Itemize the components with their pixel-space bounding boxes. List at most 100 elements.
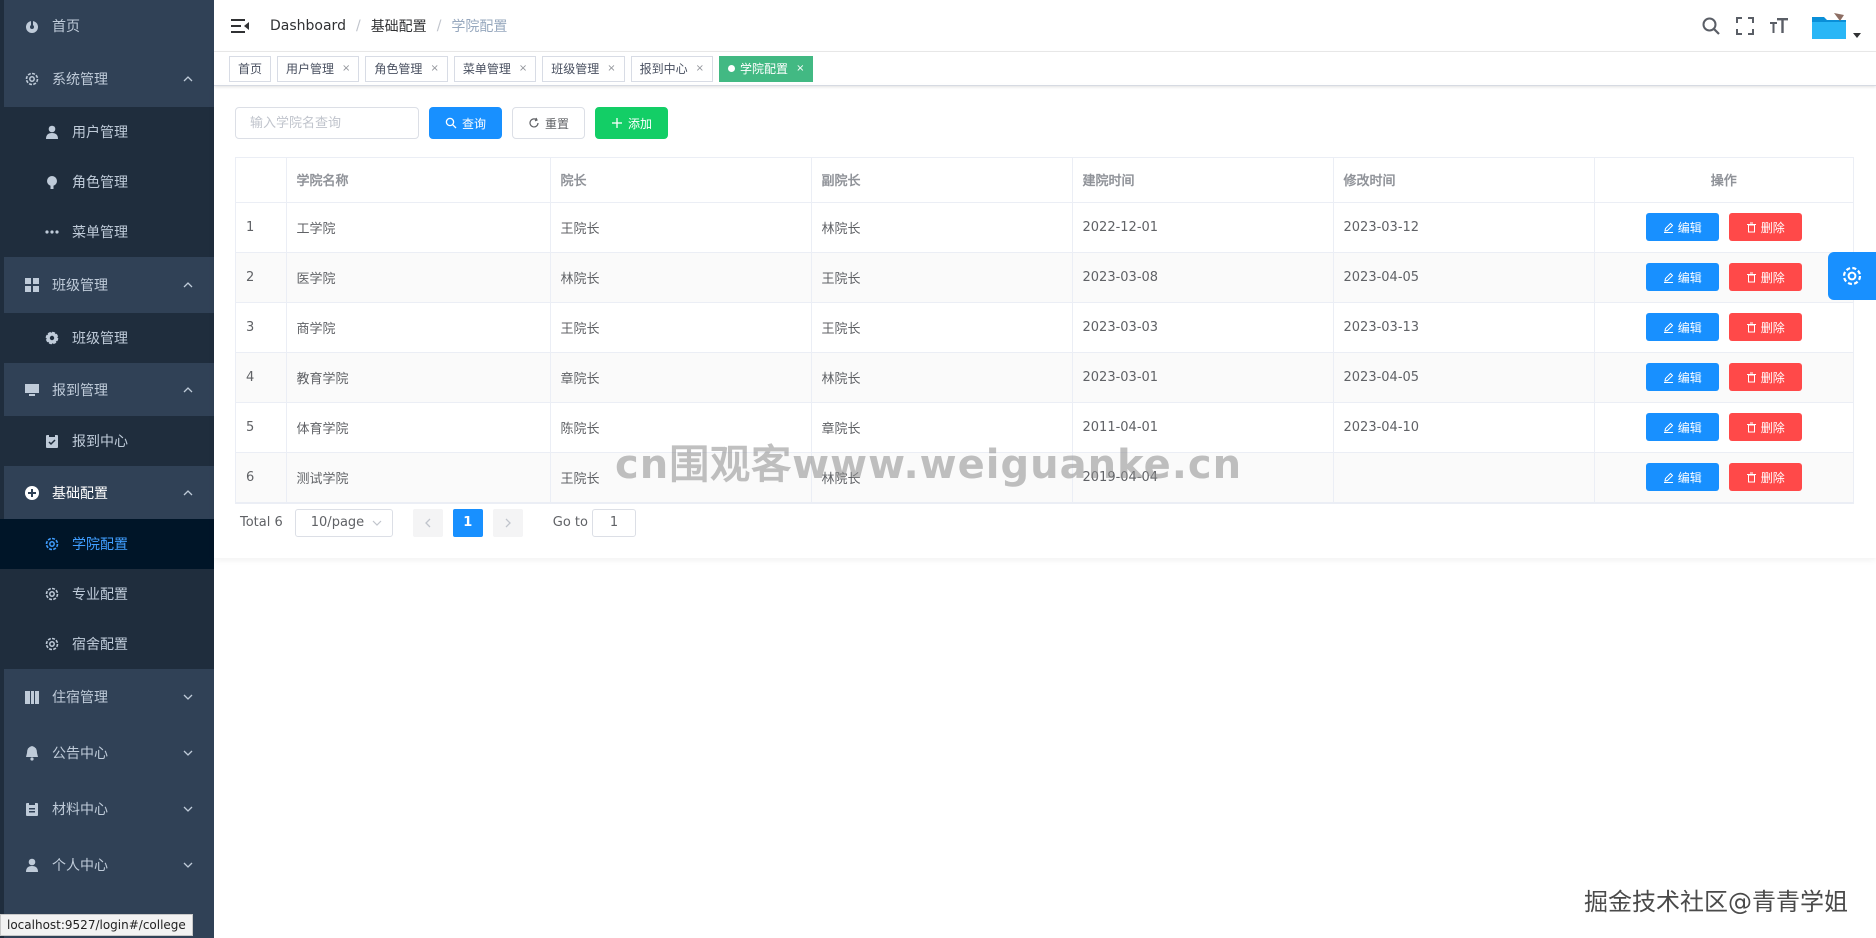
tag-users[interactable]: 用户管理 ×	[277, 55, 360, 82]
sidebar-item-label: 学院配置	[72, 537, 128, 553]
delete-button[interactable]: 删除	[1728, 463, 1802, 491]
sidebar-item-label: 角色管理	[72, 175, 128, 191]
breadcrumb-separator: /	[355, 17, 361, 34]
goto-page-input[interactable]	[591, 508, 636, 537]
tag-label: 角色管理	[374, 61, 423, 76]
delete-button[interactable]: 删除	[1728, 413, 1802, 441]
user-icon	[44, 124, 60, 140]
cell-name: 商学院	[286, 302, 551, 353]
button-label: 查询	[462, 116, 487, 131]
tag-report-center[interactable]: 报到中心 ×	[630, 55, 714, 82]
query-button[interactable]: 查询	[429, 107, 503, 139]
chevron-right-icon	[505, 518, 511, 527]
chevron-down-icon	[182, 747, 194, 759]
delete-button[interactable]: 删除	[1728, 313, 1802, 341]
sidebar-item-label: 报到管理	[52, 382, 108, 399]
cell-created: 2023-03-08	[1072, 252, 1334, 303]
gear-icon	[1842, 266, 1862, 286]
sidebar-item-label: 材料中心	[52, 802, 108, 818]
edit-button[interactable]: 编辑	[1645, 313, 1719, 341]
sidebar-item-material[interactable]: 材料中心	[0, 781, 214, 837]
page-number-button[interactable]: 1	[452, 508, 483, 537]
cell-index: 1	[236, 202, 287, 253]
edit-button[interactable]: 编辑	[1645, 213, 1719, 241]
tag-label: 菜单管理	[462, 61, 511, 76]
close-icon[interactable]: ×	[796, 57, 804, 81]
cell-name: 工学院	[286, 202, 551, 253]
edit-button[interactable]: 编辑	[1645, 363, 1719, 391]
tag-college-config[interactable]: 学院配置 ×	[719, 55, 814, 82]
edit-button[interactable]: 编辑	[1645, 463, 1719, 491]
fullscreen-icon[interactable]	[1734, 15, 1756, 37]
sidebar-item-class[interactable]: 班级管理	[0, 257, 214, 313]
breadcrumb-item[interactable]: Dashboard	[270, 18, 346, 34]
prev-page-button[interactable]	[412, 508, 443, 537]
sidebar-item-home[interactable]: 首页	[0, 0, 214, 51]
button-label: 删除	[1760, 370, 1785, 385]
sidebar-item-accommodation[interactable]: 住宿管理	[0, 669, 214, 725]
sidebar-item-dorm-config[interactable]: 宿舍配置	[0, 619, 214, 669]
close-icon[interactable]: ×	[342, 57, 350, 81]
sidebar-item-profile[interactable]: 个人中心	[0, 837, 214, 893]
close-icon[interactable]: ×	[519, 57, 527, 81]
tag-roles[interactable]: 角色管理 ×	[365, 55, 448, 82]
sidebar-item-label: 首页	[52, 18, 80, 35]
cell-dean: 章院长	[550, 352, 812, 403]
edit-button[interactable]: 编辑	[1645, 413, 1719, 441]
right-menu	[1694, 0, 1862, 52]
plus-icon	[612, 118, 623, 128]
pagination-total: Total 6	[240, 515, 283, 530]
settings-button[interactable]	[1828, 252, 1876, 300]
search-icon[interactable]	[1700, 15, 1722, 37]
search-input[interactable]	[235, 107, 419, 139]
next-page-button[interactable]	[492, 508, 523, 537]
trash-icon	[1746, 422, 1756, 432]
sidebar-item-roles[interactable]: 角色管理	[0, 157, 214, 207]
sidebar-item-report-center[interactable]: 报到中心	[0, 416, 214, 466]
button-label: 编辑	[1677, 320, 1702, 335]
font-size-icon[interactable]	[1768, 15, 1790, 37]
sidebar-item-major-config[interactable]: 专业配置	[0, 569, 214, 619]
avatar[interactable]	[1810, 11, 1848, 41]
delete-button[interactable]: 删除	[1728, 213, 1802, 241]
cell-name: 测试学院	[286, 452, 551, 503]
button-label: 删除	[1760, 320, 1785, 335]
close-icon[interactable]: ×	[607, 57, 615, 81]
watermark-community: 掘金技术社区@青青学姐	[1584, 888, 1848, 916]
sidebar-item-report[interactable]: 报到管理	[0, 363, 214, 416]
reset-button[interactable]: 重置	[512, 107, 586, 139]
sidebar-item-college-config[interactable]: 学院配置	[0, 519, 214, 569]
tag-class[interactable]: 班级管理 ×	[542, 55, 625, 82]
page-size-select[interactable]: 10/page	[294, 508, 393, 537]
cell-modified: 2023-04-05	[1333, 352, 1595, 403]
delete-button[interactable]: 删除	[1728, 363, 1802, 391]
chevron-up-icon	[182, 73, 194, 85]
add-button[interactable]: 添加	[595, 107, 669, 139]
hamburger-icon[interactable]	[230, 16, 250, 36]
cell-name: 体育学院	[286, 402, 551, 453]
sidebar-item-users[interactable]: 用户管理	[0, 107, 214, 157]
sidebar-item-system[interactable]: 系统管理	[0, 51, 214, 107]
caret-down-icon[interactable]	[1852, 28, 1862, 38]
tag-home[interactable]: 首页	[229, 55, 272, 82]
dots-icon	[44, 224, 60, 240]
cell-index: 5	[236, 402, 287, 453]
tag-menus[interactable]: 菜单管理 ×	[453, 55, 537, 82]
trash-icon	[1746, 372, 1756, 382]
close-icon[interactable]: ×	[696, 57, 704, 81]
close-icon[interactable]: ×	[430, 57, 438, 81]
toolbar: 查询 重置 添加	[235, 106, 1854, 140]
delete-button[interactable]: 删除	[1728, 263, 1802, 291]
gear-icon	[44, 536, 60, 552]
cell-actions: 编辑 删除	[1594, 252, 1853, 303]
sidebar-item-notice[interactable]: 公告中心	[0, 725, 214, 781]
sidebar-item-menus[interactable]: 菜单管理	[0, 207, 214, 257]
sidebar-item-base-config[interactable]: 基础配置	[0, 466, 214, 519]
search-icon	[445, 117, 457, 129]
cell-modified: 2023-03-12	[1333, 202, 1595, 253]
button-label: 删除	[1760, 470, 1785, 485]
cell-created: 2023-03-01	[1072, 352, 1334, 403]
table-row: 2 医学院 林院长 王院长 2023-03-08 2023-04-05 编辑 删…	[236, 252, 1853, 303]
edit-button[interactable]: 编辑	[1645, 263, 1719, 291]
sidebar-item-class-manage[interactable]: 班级管理	[0, 313, 214, 363]
